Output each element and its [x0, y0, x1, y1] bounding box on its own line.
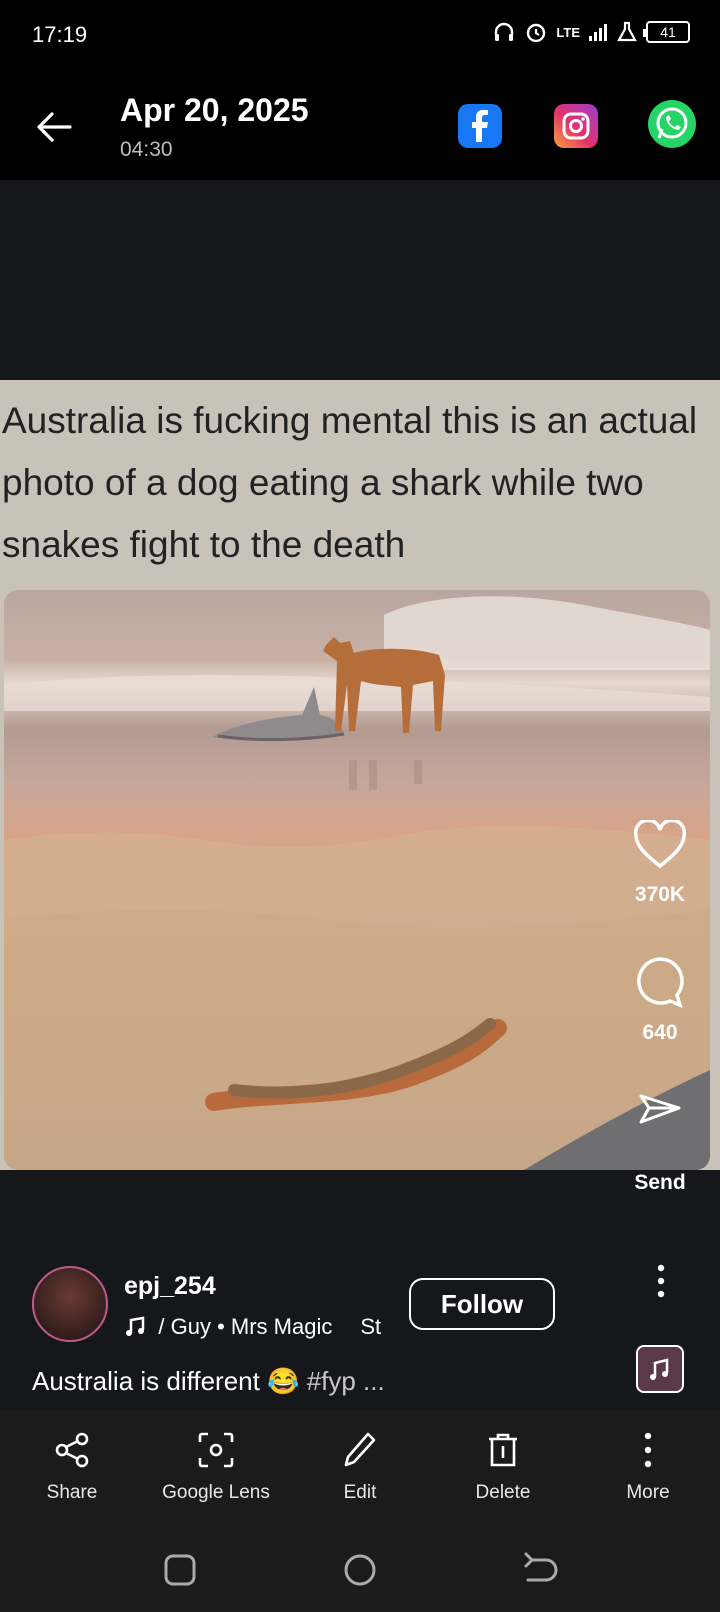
send-label: Send	[634, 1171, 686, 1194]
post-time: 04:30	[120, 138, 173, 161]
status-time: 17:19	[32, 22, 88, 47]
caption[interactable]: Australia is different 😂 #fyp ...	[32, 1366, 385, 1397]
lens-icon	[198, 1432, 234, 1468]
post-image[interactable]: Australia is fucking mental this is an a…	[0, 380, 720, 1170]
back-nav-icon[interactable]	[518, 1548, 562, 1592]
post-viewer: Australia is fucking mental this is an a…	[0, 180, 720, 1410]
avatar[interactable]	[32, 1266, 108, 1342]
comment-action[interactable]: 640	[620, 954, 700, 1045]
more-vertical-icon[interactable]	[646, 1262, 676, 1302]
music-disc-icon[interactable]	[636, 1345, 684, 1393]
music-title: / Guy • Mrs Magic	[154, 1314, 333, 1339]
recent-apps-icon[interactable]	[158, 1548, 202, 1592]
network-label: LTE	[556, 24, 580, 40]
signal-icon	[589, 24, 607, 41]
pencil-icon	[344, 1432, 376, 1467]
facebook-icon[interactable]	[458, 104, 502, 148]
delete-label: Delete	[475, 1482, 531, 1503]
follow-button[interactable]: Follow	[409, 1278, 555, 1330]
system-nav-bar	[0, 1530, 720, 1612]
bottom-action-bar: Share Google Lens Edit Delete More	[0, 1410, 720, 1530]
delete-button[interactable]: Delete	[433, 1430, 573, 1504]
page-title: Apr 20, 2025	[120, 92, 309, 128]
post-photo	[4, 590, 710, 1170]
google-lens-label: Google Lens	[162, 1482, 270, 1503]
music-title-extra: St	[360, 1314, 382, 1339]
comment-icon[interactable]	[632, 954, 688, 1010]
battery-icon: 41	[643, 21, 690, 43]
edit-button[interactable]: Edit	[290, 1430, 430, 1504]
whatsapp-icon[interactable]	[648, 100, 696, 148]
headphones-icon	[495, 22, 514, 41]
more-vertical-icon	[644, 1432, 652, 1468]
heart-icon[interactable]	[632, 818, 688, 872]
status-icons: LTE 41	[492, 20, 690, 44]
more-label: More	[626, 1482, 670, 1503]
username[interactable]: epj_254	[124, 1272, 216, 1301]
share-label: Share	[46, 1482, 98, 1503]
caption-tags: #fyp ...	[306, 1366, 385, 1396]
edit-label: Edit	[343, 1482, 377, 1503]
status-bar: 17:19 LTE 41	[0, 0, 720, 72]
header: Apr 20, 2025 04:30	[0, 72, 720, 180]
trash-icon	[489, 1433, 517, 1467]
send-icon[interactable]	[637, 1090, 683, 1136]
instagram-icon[interactable]	[554, 104, 598, 148]
flask-icon	[617, 21, 637, 42]
share-button[interactable]: Share	[2, 1430, 142, 1504]
music-note-icon	[126, 1316, 145, 1336]
alarm-icon	[527, 23, 546, 43]
music-info[interactable]: / Guy • Mrs Magic St	[124, 1314, 392, 1340]
send-action[interactable]: Send	[620, 1090, 700, 1195]
like-action[interactable]: 370K	[620, 818, 700, 907]
home-icon[interactable]	[338, 1548, 382, 1592]
share-icon	[55, 1432, 89, 1468]
more-button[interactable]: More	[578, 1430, 718, 1504]
caption-text: Australia is different 😂	[32, 1366, 300, 1396]
meme-text: Australia is fucking mental this is an a…	[2, 400, 698, 565]
arrow-left-icon[interactable]	[30, 102, 80, 152]
like-count: 370K	[634, 883, 686, 906]
google-lens-button[interactable]: Google Lens	[146, 1430, 286, 1504]
comment-count: 640	[642, 1021, 678, 1044]
